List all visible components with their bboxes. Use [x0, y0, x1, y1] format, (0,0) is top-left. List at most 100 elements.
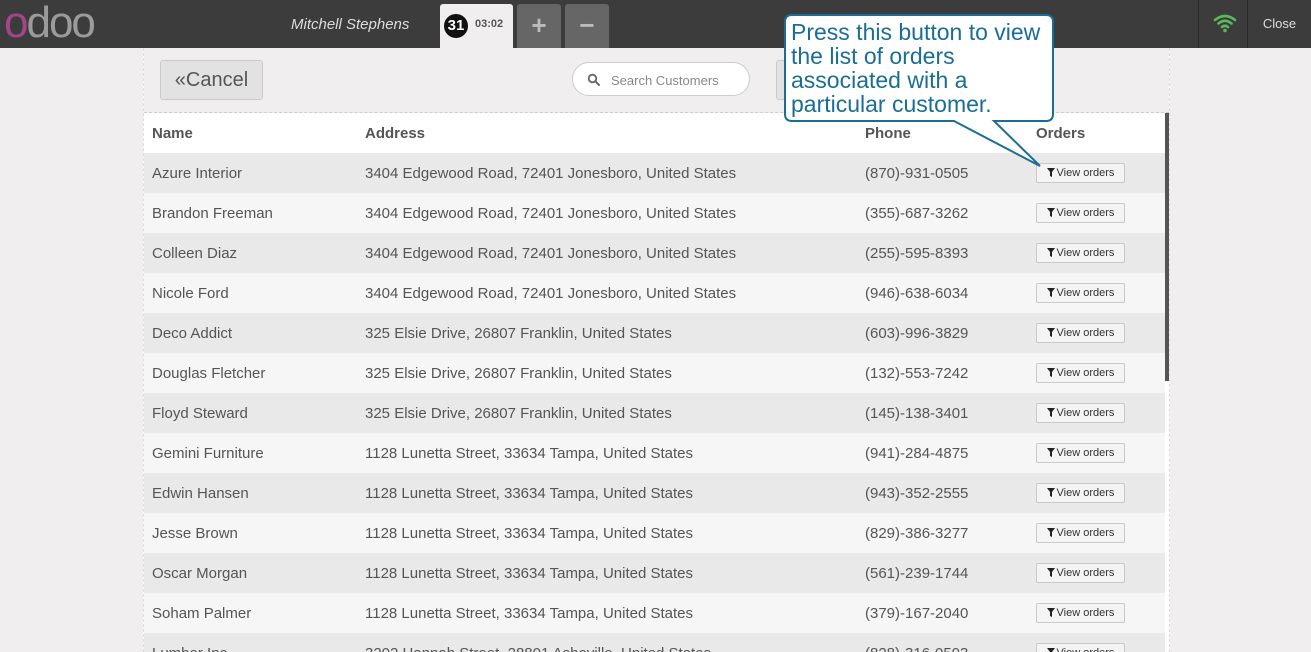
scrollbar[interactable] — [1165, 113, 1169, 381]
customer-address: 325 Elsie Drive, 26807 Franklin, United … — [357, 393, 857, 433]
orders-cell: View orders — [1028, 553, 1165, 593]
customer-phone: (828)-316-0593 — [857, 633, 1028, 652]
customer-address: 325 Elsie Drive, 26807 Franklin, United … — [357, 353, 857, 393]
customer-address: 3404 Edgewood Road, 72401 Jonesboro, Uni… — [357, 273, 857, 313]
view-orders-button[interactable]: View orders — [1036, 483, 1125, 503]
customer-name: Soham Palmer — [144, 593, 357, 633]
customer-table: Name Address Phone Orders Azure Interior… — [144, 113, 1165, 652]
view-orders-button[interactable]: View orders — [1036, 363, 1125, 383]
add-order-button[interactable]: + — [517, 4, 561, 48]
order-tab[interactable]: 31 03:02 — [440, 4, 513, 48]
customer-address: 3404 Edgewood Road, 72401 Jonesboro, Uni… — [357, 193, 857, 233]
customer-phone: (829)-386-3277 — [857, 513, 1028, 553]
orders-cell: View orders — [1028, 593, 1165, 633]
customer-name: Brandon Freeman — [144, 193, 357, 233]
customer-phone: (941)-284-4875 — [857, 433, 1028, 473]
view-orders-button[interactable]: View orders — [1036, 403, 1125, 423]
view-orders-button[interactable]: View orders — [1036, 243, 1125, 263]
table-row[interactable]: Colleen Diaz 3404 Edgewood Road, 72401 Jo… — [144, 233, 1165, 273]
column-header-address: Address — [357, 113, 857, 153]
filter-icon — [1046, 568, 1055, 577]
customer-phone: (561)-239-1744 — [857, 553, 1028, 593]
view-orders-button[interactable]: View orders — [1036, 523, 1125, 543]
table-row[interactable]: Nicole Ford 3404 Edgewood Road, 72401 Jon… — [144, 273, 1165, 313]
customer-address: 3404 Edgewood Road, 72401 Jonesboro, Uni… — [357, 233, 857, 273]
customer-phone: (255)-595-8393 — [857, 233, 1028, 273]
customer-name: Deco Addict — [144, 313, 357, 353]
view-orders-label: View orders — [1056, 567, 1115, 579]
search-icon — [587, 73, 600, 86]
orders-cell: View orders — [1028, 473, 1165, 513]
customer-phone: (943)-352-2555 — [857, 473, 1028, 513]
customer-address: 1128 Lunetta Street, 33634 Tampa, United… — [357, 433, 857, 473]
search-input[interactable] — [609, 69, 743, 91]
search-customers-field[interactable] — [572, 62, 750, 96]
customer-address: 1128 Lunetta Street, 33634 Tampa, United… — [357, 593, 857, 633]
view-orders-label: View orders — [1056, 487, 1115, 499]
view-orders-label: View orders — [1056, 327, 1115, 339]
view-orders-label: View orders — [1056, 207, 1115, 219]
customer-phone: (946)-638-6034 — [857, 273, 1028, 313]
customer-name: Oscar Morgan — [144, 553, 357, 593]
top-bar: odoo Mitchell Stephens 31 03:02 + − Clos… — [0, 0, 1311, 48]
customer-address: 1128 Lunetta Street, 33634 Tampa, United… — [357, 553, 857, 593]
table-row[interactable]: Gemini Furniture 1128 Lunetta Street, 336… — [144, 433, 1165, 473]
table-row[interactable]: Floyd Steward 325 Elsie Drive, 26807 Fran… — [144, 393, 1165, 433]
cancel-button[interactable]: «Cancel — [160, 60, 263, 100]
view-orders-button[interactable]: View orders — [1036, 643, 1125, 652]
view-orders-button[interactable]: View orders — [1036, 563, 1125, 583]
order-time: 03:02 — [475, 18, 504, 30]
customer-name: Edwin Hansen — [144, 473, 357, 513]
table-row[interactable]: Jesse Brown 1128 Lunetta Street, 33634 Ta… — [144, 513, 1165, 553]
wifi-icon — [1213, 14, 1237, 33]
customer-phone: (603)-996-3829 — [857, 313, 1028, 353]
table-row[interactable]: Edwin Hansen 1128 Lunetta Street, 33634 T… — [144, 473, 1165, 513]
table-row[interactable]: Brandon Freeman 3404 Edgewood Road, 72401… — [144, 193, 1165, 233]
customer-phone: (379)-167-2040 — [857, 593, 1028, 633]
filter-icon — [1046, 248, 1055, 257]
view-orders-button[interactable]: View orders — [1036, 283, 1125, 303]
customer-address: 325 Elsie Drive, 26807 Franklin, United … — [357, 313, 857, 353]
customer-name: Douglas Fletcher — [144, 353, 357, 393]
customer-phone: (132)-553-7242 — [857, 353, 1028, 393]
odoo-logo: odoo — [4, 0, 96, 47]
view-orders-button[interactable]: View orders — [1036, 443, 1125, 463]
view-orders-button[interactable]: View orders — [1036, 323, 1125, 343]
table-row[interactable]: Soham Palmer 1128 Lunetta Street, 33634 T… — [144, 593, 1165, 633]
view-orders-label: View orders — [1056, 527, 1115, 539]
view-orders-label: View orders — [1056, 607, 1115, 619]
customer-address: 1128 Lunetta Street, 33634 Tampa, United… — [357, 473, 857, 513]
customer-address: 3404 Edgewood Road, 72401 Jonesboro, Uni… — [357, 153, 857, 193]
orders-cell: View orders — [1028, 273, 1165, 313]
customer-address: 3202 Hannah Street, 28801 Asheville, Uni… — [357, 633, 857, 652]
customer-name: Jesse Brown — [144, 513, 357, 553]
close-button[interactable]: Close — [1248, 0, 1311, 48]
table-row[interactable]: Oscar Morgan 1128 Lunetta Street, 33634 T… — [144, 553, 1165, 593]
view-orders-label: View orders — [1056, 287, 1115, 299]
filter-icon — [1046, 208, 1055, 217]
view-orders-button[interactable]: View orders — [1036, 603, 1125, 623]
customer-name: Azure Interior — [144, 153, 357, 193]
view-orders-label: View orders — [1056, 167, 1115, 179]
remove-order-button[interactable]: − — [565, 4, 609, 48]
view-orders-button[interactable]: View orders — [1036, 203, 1125, 223]
customer-phone: (145)-138-3401 — [857, 393, 1028, 433]
view-orders-label: View orders — [1056, 247, 1115, 259]
filter-icon — [1046, 368, 1055, 377]
tutorial-callout: Press this button to view the list of or… — [784, 14, 1054, 167]
customer-name: Lumber Inc — [144, 633, 357, 652]
view-orders-label: View orders — [1056, 447, 1115, 459]
table-row[interactable]: Douglas Fletcher 325 Elsie Drive, 26807 F… — [144, 353, 1165, 393]
customer-name: Colleen Diaz — [144, 233, 357, 273]
table-row[interactable]: Deco Addict 325 Elsie Drive, 26807 Frankl… — [144, 313, 1165, 353]
orders-cell: View orders — [1028, 313, 1165, 353]
customer-name: Floyd Steward — [144, 393, 357, 433]
orders-cell: View orders — [1028, 433, 1165, 473]
orders-cell: View orders — [1028, 193, 1165, 233]
view-orders-label: View orders — [1057, 647, 1115, 652]
filter-icon — [1046, 528, 1055, 537]
filter-icon — [1046, 288, 1055, 297]
customer-address: 1128 Lunetta Street, 33634 Tampa, United… — [357, 513, 857, 553]
table-row[interactable]: Lumber Inc3202 Hannah Street, 28801 Ashe… — [144, 633, 1165, 652]
cashier-name[interactable]: Mitchell Stephens — [291, 16, 409, 33]
